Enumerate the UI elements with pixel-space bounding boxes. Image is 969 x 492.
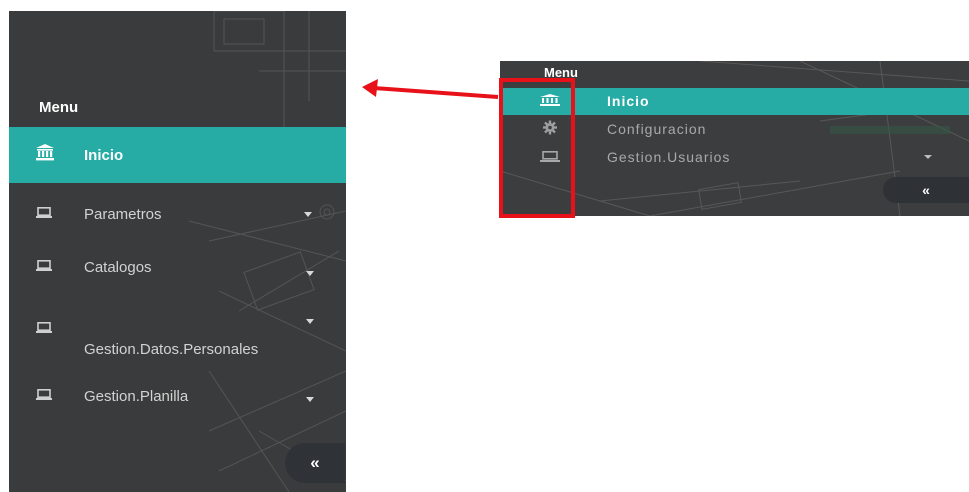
sidebar-item-label: Gestion.Usuarios <box>607 149 731 165</box>
sidebar-item-label: Gestion.Datos.Personales <box>84 341 259 358</box>
red-highlight-box <box>499 78 575 218</box>
collapse-sidebar-button[interactable]: « <box>883 177 969 203</box>
chevron-down-icon <box>306 397 314 402</box>
laptop-icon <box>36 387 52 405</box>
sidebar-item-label: Inicio <box>84 146 124 164</box>
sidebar-item-gestion-datos-personales[interactable]: Gestion.Datos.Personales <box>9 301 346 365</box>
menu-title: Menu <box>39 99 79 116</box>
sidebar-item-label: Catalogos <box>84 258 152 276</box>
laptop-icon <box>36 258 52 276</box>
sidebar-item-parametros[interactable]: Parametros <box>9 186 346 242</box>
collapse-sidebar-button[interactable]: « <box>285 443 345 483</box>
sidebar-item-inicio[interactable]: Inicio <box>9 127 346 183</box>
sidebar-item-label: Configuracion <box>607 121 707 137</box>
laptop-icon <box>36 205 52 223</box>
sidebar-item-catalogos[interactable]: Catalogos <box>9 239 346 295</box>
laptop-icon <box>36 320 52 338</box>
large-sidebar: Menu Inicio Parametros Catalogos Gestion… <box>9 11 346 492</box>
red-arrow-pointer <box>362 79 499 99</box>
sidebar-item-gestion-planilla[interactable]: Gestion.Planilla <box>9 368 346 424</box>
chevron-down-icon <box>304 212 312 217</box>
sidebar-item-label: Gestion.Planilla <box>84 387 189 405</box>
sidebar-item-label: Parametros <box>84 205 162 223</box>
chevron-down-icon <box>924 155 932 159</box>
bank-icon <box>36 144 54 166</box>
chevron-down-icon <box>306 319 314 324</box>
sidebar-item-label: Inicio <box>607 93 650 109</box>
chevron-down-icon <box>306 271 314 276</box>
